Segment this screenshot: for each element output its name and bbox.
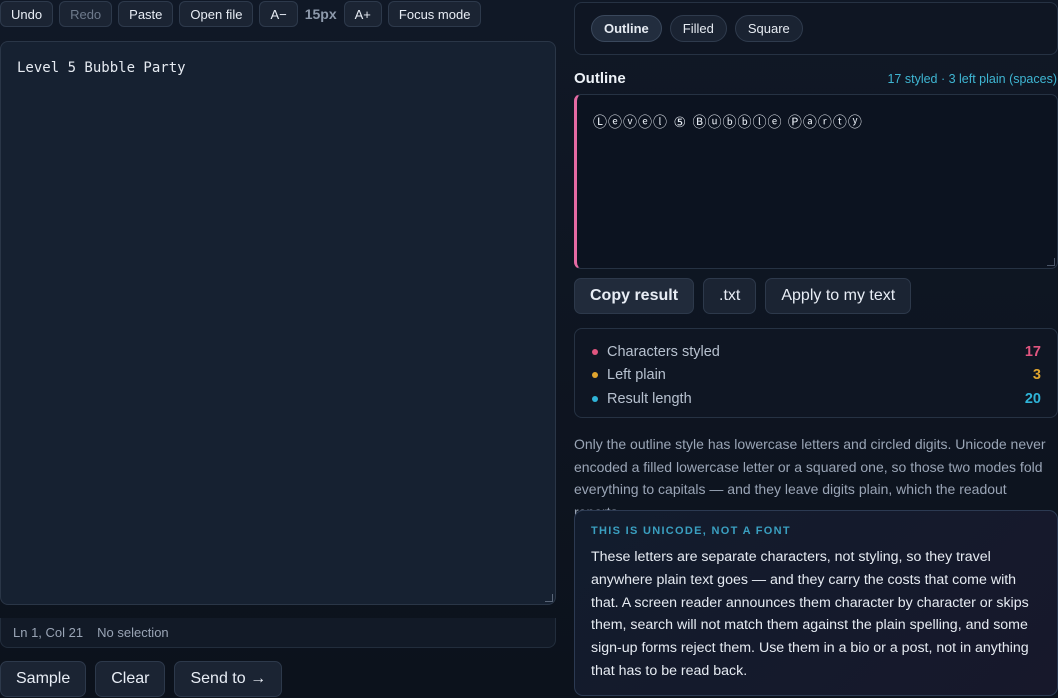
text-editor[interactable]: Level 5 Bubble Party [0, 41, 556, 605]
download-txt-button[interactable]: .txt [703, 278, 757, 314]
stat-row: Characters styled 17 [591, 340, 1041, 364]
status-dot-icon [592, 348, 598, 355]
status-dot-icon [592, 395, 598, 402]
focus-mode-button[interactable]: Focus mode [387, 1, 482, 27]
stat-value: 3 [1032, 367, 1041, 384]
redo-button[interactable]: Redo [59, 1, 113, 27]
output-meta: 17 styled · 3 left plain (spaces) [887, 72, 1057, 86]
stat-row: Left plain 3 [591, 364, 1041, 388]
result-actions: Copy result .txt Apply to my text [574, 278, 912, 314]
editor-actions: Sample Clear Send to → [0, 661, 283, 697]
undo-button[interactable]: Undo [0, 1, 54, 27]
stat-value: 17 [1024, 343, 1041, 360]
apply-to-text-button[interactable]: Apply to my text [765, 278, 912, 314]
stat-label: Left plain [607, 367, 666, 384]
style-tabs: Outline Filled Square [574, 2, 1058, 55]
sample-button[interactable]: Sample [0, 661, 87, 697]
output-title: Outline [574, 70, 626, 87]
callout-eyebrow: THIS IS UNICODE, NOT A FONT [591, 525, 791, 537]
paste-button[interactable]: Paste [118, 1, 174, 27]
resize-handle-icon[interactable] [545, 594, 553, 602]
result-text[interactable]: Ⓛⓔⓥⓔⓛ ⑤ Ⓑⓤⓑⓑⓛⓔ Ⓟⓐⓡⓣⓨ [593, 115, 863, 131]
status-bar: Ln 1, Col 21 No selection [0, 618, 556, 648]
font-size-readout: 15px [304, 6, 337, 22]
open-file-button[interactable]: Open file [179, 1, 254, 27]
font-smaller-button[interactable]: A− [259, 1, 298, 27]
stat-row: Result length 20 [591, 387, 1041, 411]
cursor-position: Ln 1, Col 21 [13, 625, 84, 640]
unicode-callout: THIS IS UNICODE, NOT A FONT These letter… [574, 510, 1058, 696]
tab-outline[interactable]: Outline [591, 15, 662, 42]
result-output[interactable]: Ⓛⓔⓥⓔⓛ ⑤ Ⓑⓤⓑⓑⓛⓔ Ⓟⓐⓡⓣⓨ [574, 94, 1058, 269]
tab-square[interactable]: Square [734, 15, 803, 42]
tab-filled[interactable]: Filled [669, 15, 727, 42]
status-dot-icon [592, 372, 598, 379]
stat-value: 20 [1024, 390, 1041, 407]
editor-text[interactable]: Level 5 Bubble Party [1, 42, 555, 94]
font-larger-button[interactable]: A+ [343, 1, 382, 27]
stat-label: Characters styled [607, 343, 720, 360]
editor-toolbar: Undo Redo Paste Open file A− 15px A+ Foc… [0, 1, 482, 27]
selection-status: No selection [97, 625, 169, 640]
send-to-button[interactable]: Send to → [174, 661, 283, 697]
resize-handle-icon[interactable] [1047, 258, 1055, 266]
callout-body: These letters are separate characters, n… [591, 549, 1029, 679]
stats-panel: Characters styled 17 Left plain 3 Result… [574, 328, 1058, 418]
copy-result-button[interactable]: Copy result [574, 278, 695, 314]
stat-label: Result length [607, 390, 692, 407]
clear-button[interactable]: Clear [95, 661, 166, 697]
